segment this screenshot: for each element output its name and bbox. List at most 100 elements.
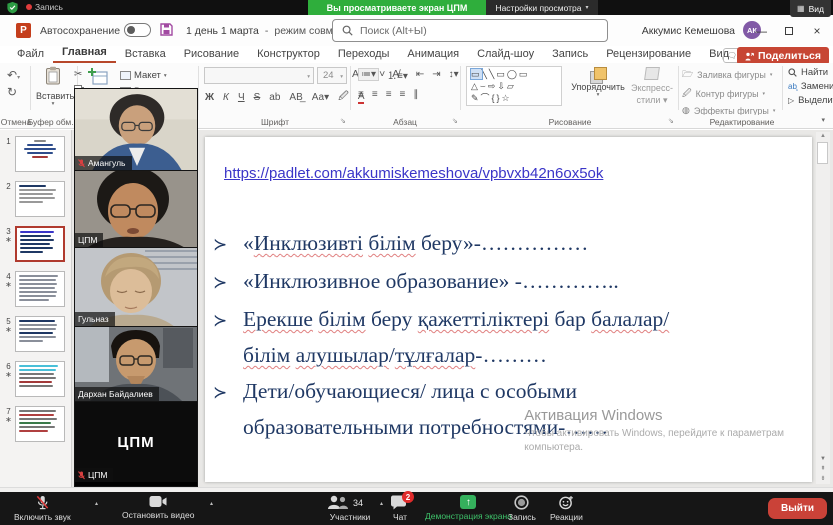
- numbering-button[interactable]: ⒈≡▾: [387, 67, 408, 82]
- char-spacing-button[interactable]: АВ̲: [289, 92, 302, 103]
- change-case-button[interactable]: Аа▾: [312, 92, 329, 103]
- tab-Конструктор[interactable]: Конструктор: [248, 46, 329, 63]
- find-icon: [788, 68, 797, 77]
- viewing-screen-banner: Вы просматриваете экран ЦПМ: [308, 0, 486, 15]
- security-shield-icon[interactable]: [6, 1, 19, 14]
- shape-outline-button[interactable]: 🖉Контур фигуры▾: [682, 86, 775, 102]
- cut-icon[interactable]: ✂: [74, 69, 82, 80]
- select-button[interactable]: ▷Выделить▾: [788, 95, 833, 106]
- participant-tile-amangul[interactable]: Амангуль: [75, 89, 197, 171]
- redo-button[interactable]: ↻: [7, 85, 17, 99]
- align-center-button[interactable]: ≡: [372, 89, 378, 100]
- tab-Слайд-шоу[interactable]: Слайд-шоу: [468, 46, 543, 63]
- user-name[interactable]: Аккумис Кемешова: [642, 25, 735, 37]
- indent-increase-button[interactable]: ⇥: [432, 69, 440, 80]
- video-options-chevron[interactable]: ▴: [210, 500, 213, 507]
- font-name-select[interactable]: ▾: [204, 67, 314, 84]
- current-slide[interactable]: https://padlet.com/akkumiskemeshova/vpbv…: [205, 137, 812, 482]
- dialog-launcher-icon[interactable]: ⇘: [340, 117, 346, 125]
- share-screen-button[interactable]: ↑ Демонстрация экрана: [425, 495, 512, 521]
- tab-Запись[interactable]: Запись: [543, 46, 597, 63]
- tab-Рисование[interactable]: Рисование: [175, 46, 248, 63]
- undo-button[interactable]: ↶▾: [7, 68, 20, 82]
- participants-button[interactable]: 34 Участники: [327, 495, 373, 522]
- tab-Главная[interactable]: Главная: [53, 44, 116, 63]
- mic-options-chevron[interactable]: ▴: [95, 500, 98, 507]
- text-shadow-button[interactable]: ab: [269, 92, 280, 103]
- participants-options-chevron[interactable]: ▴: [380, 500, 383, 507]
- chevron-down-icon: ▾: [36, 101, 70, 107]
- padlet-link[interactable]: https://padlet.com/akkumiskemeshova/vpbv…: [224, 165, 603, 182]
- new-slide-button[interactable]: [88, 68, 108, 86]
- slide-thumbnail-preview: [15, 181, 65, 217]
- view-settings-menu[interactable]: Настройки просмотра ▾: [486, 0, 598, 15]
- slide-thumbnail-2[interactable]: 2: [2, 181, 71, 217]
- chat-button[interactable]: 2 Чат: [390, 495, 410, 522]
- close-button[interactable]: ×: [803, 15, 831, 46]
- layout-button[interactable]: Макет▾: [120, 70, 167, 81]
- bold-button[interactable]: Ж: [205, 92, 214, 103]
- slide-thumbnail-6[interactable]: 6∗: [2, 361, 71, 397]
- participant-tile-darkhan[interactable]: Дархан Байдалиев: [75, 327, 197, 402]
- slide-thumbnail-7[interactable]: 7∗: [2, 406, 71, 442]
- leave-button[interactable]: Выйти: [768, 498, 827, 519]
- tab-Вставка[interactable]: Вставка: [116, 46, 175, 63]
- replace-button[interactable]: ab̧Заменить▾: [788, 81, 833, 92]
- font-size-select[interactable]: 24▾: [317, 67, 347, 84]
- bullets-button[interactable]: ≔▾: [358, 68, 379, 81]
- slide-thumbnail-1[interactable]: 1: [2, 136, 71, 172]
- tab-Файл[interactable]: Файл: [8, 46, 53, 63]
- paragraph-row2: ≡ ≡ ≡ ≡ ∥: [358, 89, 418, 100]
- slide-thumbnail-preview: [15, 406, 65, 442]
- line-spacing-button[interactable]: ↕▾: [449, 69, 459, 80]
- vertical-scrollbar[interactable]: ▲ ▼ ⇞ ⇟: [816, 132, 830, 484]
- previous-slide-button[interactable]: ⇞: [820, 465, 825, 472]
- highlight-button[interactable]: 🖉: [338, 89, 349, 106]
- slide-thumbnail-preview: [15, 226, 65, 262]
- animation-star-icon: ∗: [5, 417, 12, 423]
- align-left-button[interactable]: ≡: [358, 89, 364, 100]
- participant-tile-cpm-1[interactable]: ЦПМ: [75, 171, 197, 248]
- restore-button[interactable]: [775, 15, 803, 46]
- dialog-launcher-icon[interactable]: ⇘: [452, 117, 458, 125]
- slide-thumbnail-3[interactable]: 3∗: [2, 226, 71, 262]
- participant-tile-cpm-2[interactable]: ЦПМ ЦПМ: [75, 402, 197, 482]
- underline-button[interactable]: Ч: [238, 92, 245, 103]
- view-button[interactable]: ▦ Вид: [790, 0, 831, 17]
- indent-decrease-button[interactable]: ⇤: [416, 69, 424, 80]
- scroll-down-icon[interactable]: ▼: [820, 456, 826, 462]
- paste-button[interactable]: Вставить ▾: [36, 66, 70, 107]
- slide-thumbnail-5[interactable]: 5∗: [2, 316, 71, 352]
- next-slide-button[interactable]: ⇟: [820, 475, 825, 482]
- columns-button[interactable]: ∥: [413, 89, 418, 100]
- search-box[interactable]: [332, 19, 608, 42]
- search-input[interactable]: [360, 25, 560, 37]
- save-icon[interactable]: [160, 23, 173, 36]
- italic-button[interactable]: К: [223, 92, 229, 103]
- zoom-top-bar: Запись Вы просматриваете экран ЦПМ Настр…: [0, 0, 833, 15]
- slide-thumbnail-4[interactable]: 4∗: [2, 271, 71, 307]
- quick-styles-button[interactable]: Экспресс- стили ▾: [630, 67, 674, 106]
- reactions-button[interactable]: Реакции: [550, 495, 583, 522]
- shape-fill-button[interactable]: 🗁Заливка фигуры▾: [682, 67, 775, 83]
- video-participants-strip[interactable]: Амангуль ЦПМ Гульназ: [74, 88, 198, 487]
- find-button[interactable]: Найти: [788, 67, 833, 78]
- tab-Рецензирование[interactable]: Рецензирование: [597, 46, 700, 63]
- stop-video-button[interactable]: Остановить видео: [122, 495, 194, 520]
- strikethrough-button[interactable]: S: [254, 92, 261, 103]
- arrange-button[interactable]: Упорядочить ▾: [570, 67, 626, 98]
- autosave-toggle[interactable]: [124, 23, 151, 37]
- collapse-ribbon-icon[interactable]: ▾: [821, 116, 825, 124]
- unmute-button[interactable]: Включить звук: [14, 495, 71, 522]
- shapes-gallery[interactable]: ▭╲╲▭◯▭△⌣⇨⇩▱✎⌒{}☆: [466, 66, 562, 106]
- justify-button[interactable]: ≡: [400, 89, 406, 100]
- tab-Анимация[interactable]: Анимация: [398, 46, 468, 63]
- align-right-button[interactable]: ≡: [386, 89, 392, 100]
- dialog-launcher-icon[interactable]: ⇘: [668, 117, 674, 125]
- tab-Переходы[interactable]: Переходы: [329, 46, 399, 63]
- minimize-button[interactable]: —: [747, 15, 775, 46]
- scroll-up-icon[interactable]: ▲: [816, 133, 830, 139]
- record-button[interactable]: Запись: [508, 495, 536, 522]
- participant-tile-gulnaz[interactable]: Гульназ: [75, 248, 197, 327]
- scrollbar-thumb[interactable]: [817, 142, 828, 164]
